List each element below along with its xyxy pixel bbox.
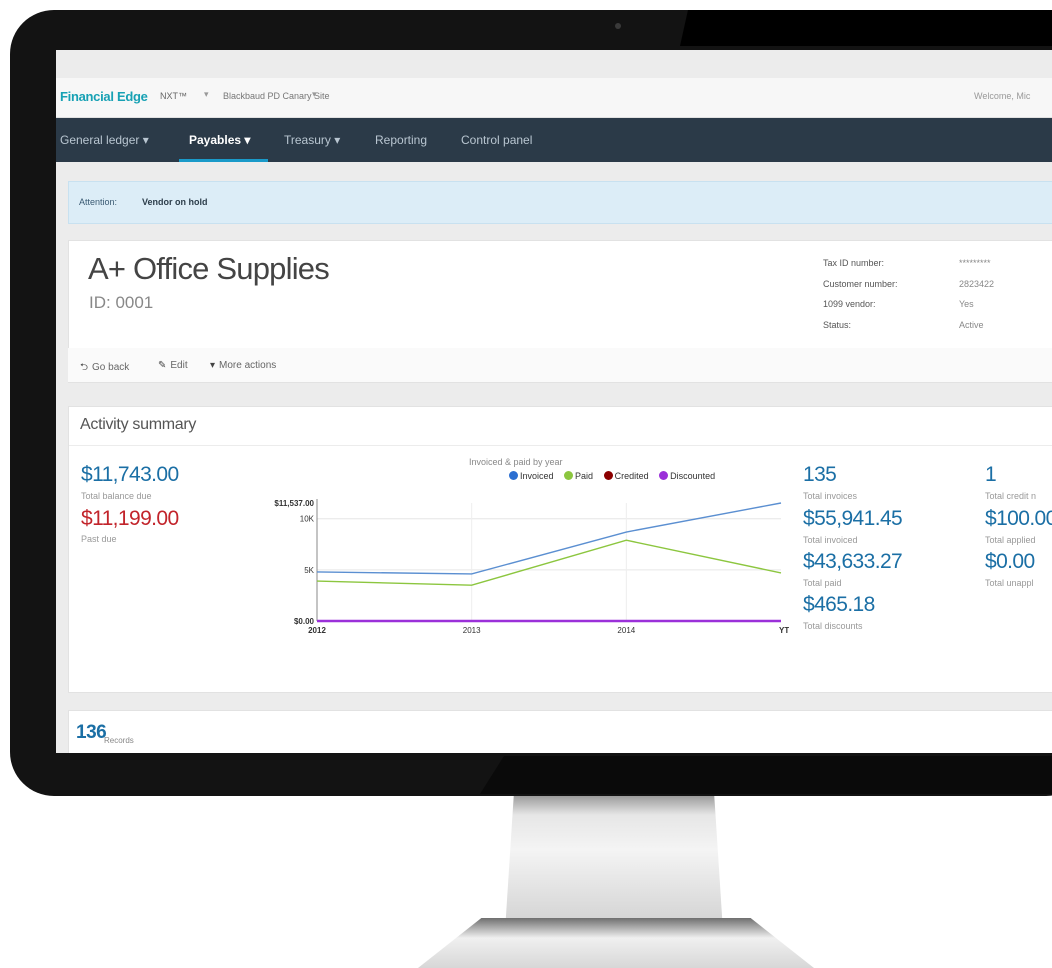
active-tab-indicator [179,159,268,162]
dot-icon [564,471,574,480]
brand-suffix: NXT™ [160,91,187,101]
tax-id-label: Tax ID number: [823,258,885,268]
pencil-icon: ✎ [158,360,167,371]
total-paid-label: Total paid [803,578,842,588]
bezel-reflection [680,10,1052,46]
go-back-label: Go back [92,362,130,373]
caret-down-icon: ▾ [210,360,216,371]
chart-legend: Invoiced Paid Credited Discounted [509,471,715,481]
edit-button[interactable]: ✎ Edit [158,360,188,371]
main-nav: General ledger ▾ Payables ▾ Treasury ▾ R… [56,118,1052,162]
vendor-1099-label: 1099 vendor: [823,299,876,309]
alert-message: Vendor on hold [142,197,208,207]
camera-icon [615,23,621,29]
total-applied-label: Total applied [985,535,1036,545]
total-invoices-label: Total invoices [803,491,858,501]
nav-control-panel[interactable]: Control panel [461,133,532,147]
monitor-stand-neck [505,796,723,931]
more-actions-label: More actions [219,360,277,371]
customer-number-value: 2823422 [959,279,995,289]
total-balance-due-label: Total balance due [81,491,152,501]
series-line-paid [316,539,782,586]
nav-payables[interactable]: Payables ▾ [189,133,250,147]
invoiced-paid-chart: $0.00 5K 10K $11,537.00 2012 2013 2014 YTD [274,499,789,635]
brand-logo[interactable]: Financial Edge [60,89,148,104]
total-balance-due-value: $11,743.00 [81,463,179,486]
vendor-1099-value: Yes [959,299,974,309]
x-tick-label: 2012 [308,626,326,635]
more-actions-button[interactable]: ▾ More actions [210,360,276,371]
chart-title: Invoiced & paid by year [469,457,563,467]
dot-icon [659,471,669,480]
dot-icon [603,471,613,480]
legend-label: Invoiced [520,471,554,481]
customer-number-label: Customer number: [823,279,898,289]
vendor-id: ID: 0001 [89,293,154,312]
total-invoices-value: 135 [803,463,837,486]
total-unapplied-value: $0.00 [985,550,1035,573]
back-arrow-icon: ⮌ [80,362,89,373]
records-panel [68,710,1052,753]
tax-id-value: ********* [959,258,991,268]
total-discounts-value: $465.18 [803,593,875,616]
past-due-label: Past due [81,534,117,544]
top-bar: Financial Edge NXT™ ▾ Blackbaud PD Canar… [56,78,1052,118]
records-count: 136 [76,722,107,743]
total-paid-value: $43,633.27 [803,550,903,573]
total-credit-value: 1 [985,463,997,486]
divider [69,445,1052,446]
legend-item-invoiced[interactable]: Invoiced [509,471,554,481]
status-label: Status: [823,320,852,330]
x-tick-label: 2013 [463,626,481,635]
x-tick-label: YTD [779,626,789,635]
total-credit-label: Total credit n [985,491,1037,501]
vendor-header: A+ Office Supplies ID: 0001 Tax ID numbe… [68,240,1052,350]
total-invoiced-label: Total invoiced [803,535,858,545]
total-invoiced-value: $55,941.45 [803,507,903,530]
bezel-reflection-bottom [480,756,1052,794]
nav-reporting[interactable]: Reporting [375,133,427,147]
legend-item-credited[interactable]: Credited [603,471,649,481]
section-title: Activity summary [80,416,197,433]
total-unapplied-label: Total unappl [985,578,1034,588]
vendor-alert: Attention: Vendor on hold [68,181,1052,224]
legend-item-paid[interactable]: Paid [564,471,593,481]
action-bar: ⮌ Go back ✎ Edit ▾ More actions [68,348,1052,383]
nav-treasury[interactable]: Treasury ▾ [284,133,340,147]
records-label: Records [104,736,134,745]
alert-label: Attention: [79,197,118,207]
status-value: Active [959,320,984,330]
legend-label: Discounted [670,471,716,481]
y-tick-label: $11,537.00 [274,499,314,508]
go-back-button[interactable]: ⮌ Go back [80,360,129,377]
activity-summary-panel: Activity summary $11,743.00 Total balanc… [68,406,1052,693]
dot-icon [509,471,518,480]
past-due-value: $11,199.00 [81,507,179,530]
edit-label: Edit [170,360,188,371]
y-tick-label: 10K [300,515,315,524]
y-tick-label: $0.00 [294,617,315,626]
nav-general-ledger[interactable]: General ledger ▾ [60,133,149,147]
chevron-down-icon[interactable]: ▾ [312,89,317,100]
legend-label: Credited [614,471,649,481]
monitor-stand-base [418,918,814,968]
total-discounts-label: Total discounts [803,621,863,631]
page-title: A+ Office Supplies [88,251,330,286]
screen: Financial Edge NXT™ ▾ Blackbaud PD Canar… [56,50,1052,753]
chevron-down-icon[interactable]: ▾ [204,89,209,100]
welcome-user[interactable]: Welcome, Mic [974,91,1030,101]
total-applied-value: $100.00 [985,507,1052,530]
legend-label: Paid [575,471,594,481]
y-tick-label: 5K [304,566,314,575]
legend-item-discounted[interactable]: Discounted [659,471,715,481]
x-tick-label: 2014 [617,626,635,635]
